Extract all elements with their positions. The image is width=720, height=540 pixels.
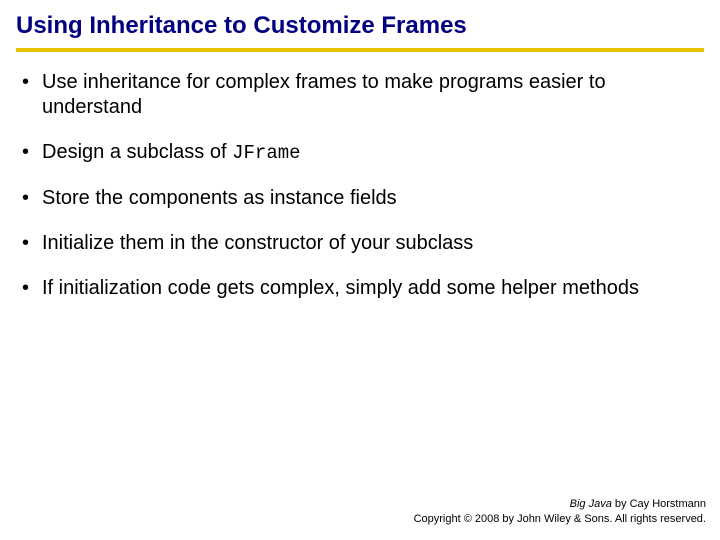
code-text: JFrame: [232, 142, 300, 164]
bullet-text: Use inheritance for complex frames to ma…: [42, 71, 606, 118]
bullet-item: Initialize them in the constructor of yo…: [22, 231, 704, 256]
bullet-item: Store the components as instance fields: [22, 186, 704, 211]
bullet-item: Design a subclass of JFrame: [22, 140, 704, 166]
bullet-text: Initialize them in the constructor of yo…: [42, 232, 473, 254]
title-underline: [16, 48, 704, 52]
bullet-list: Use inheritance for complex frames to ma…: [16, 70, 704, 301]
book-title: Big Java: [570, 498, 612, 510]
bullet-item: Use inheritance for complex frames to ma…: [22, 70, 704, 120]
footer-line-1: Big Java by Cay Horstmann: [414, 497, 706, 511]
footer: Big Java by Cay Horstmann Copyright © 20…: [414, 497, 706, 526]
bullet-text: If initialization code gets complex, sim…: [42, 277, 639, 299]
slide: Using Inheritance to Customize Frames Us…: [0, 0, 720, 540]
bullet-text: Design a subclass of: [42, 141, 232, 163]
footer-copyright: Copyright © 2008 by John Wiley & Sons. A…: [414, 512, 706, 526]
byline: by Cay Horstmann: [612, 498, 706, 510]
slide-title: Using Inheritance to Customize Frames: [16, 12, 704, 46]
bullet-item: If initialization code gets complex, sim…: [22, 276, 704, 301]
bullet-text: Store the components as instance fields: [42, 187, 397, 209]
